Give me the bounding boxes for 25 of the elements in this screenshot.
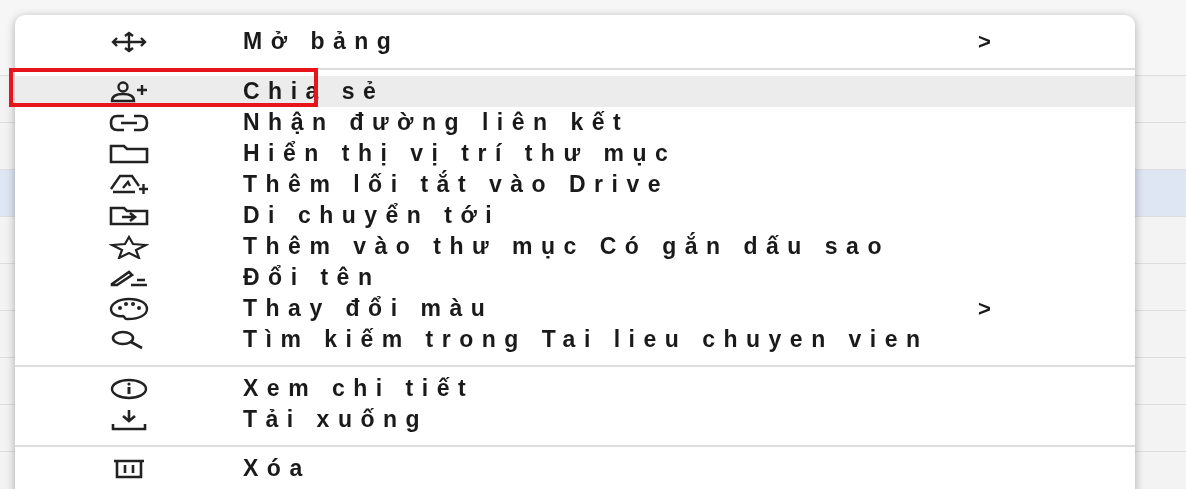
download-icon (109, 408, 149, 431)
link-icon (109, 112, 149, 133)
add-person-icon (109, 80, 149, 103)
submenu-chevron: > (978, 28, 991, 55)
palette-icon (109, 296, 149, 321)
menu-item[interactable]: Đổi tên (15, 262, 1135, 293)
info-icon (109, 377, 149, 400)
menu-item[interactable]: Xóa (15, 453, 1135, 484)
submenu-chevron: > (978, 295, 991, 322)
drive-shortcut-icon (109, 172, 149, 197)
folder-arrow-icon (109, 205, 149, 226)
menu-item[interactable]: Thay đổi màu > (15, 293, 1135, 324)
move-arrows-icon (110, 30, 148, 53)
menu-item[interactable]: Hiển thị vị trí thư mục (15, 138, 1135, 169)
menu-item[interactable]: Di chuyển tới (15, 200, 1135, 231)
menu-item[interactable]: Nhận đường liên kết (15, 107, 1135, 138)
menu-item[interactable]: Xem chi tiết (15, 373, 1135, 404)
menu-item[interactable]: Tải xuống (15, 404, 1135, 435)
folder-icon (109, 143, 149, 164)
trash-icon (112, 458, 146, 479)
menu-item[interactable]: Thêm vào thư mục Có gắn dấu sao (15, 231, 1135, 262)
menu-item[interactable]: Tìm kiếm trong Tai lieu chuyen vien (15, 324, 1135, 355)
menu-item[interactable]: Thêm lối tắt vào Drive (15, 169, 1135, 200)
star-icon (109, 234, 149, 259)
menu-item[interactable]: Mở bảng > (15, 15, 1135, 68)
